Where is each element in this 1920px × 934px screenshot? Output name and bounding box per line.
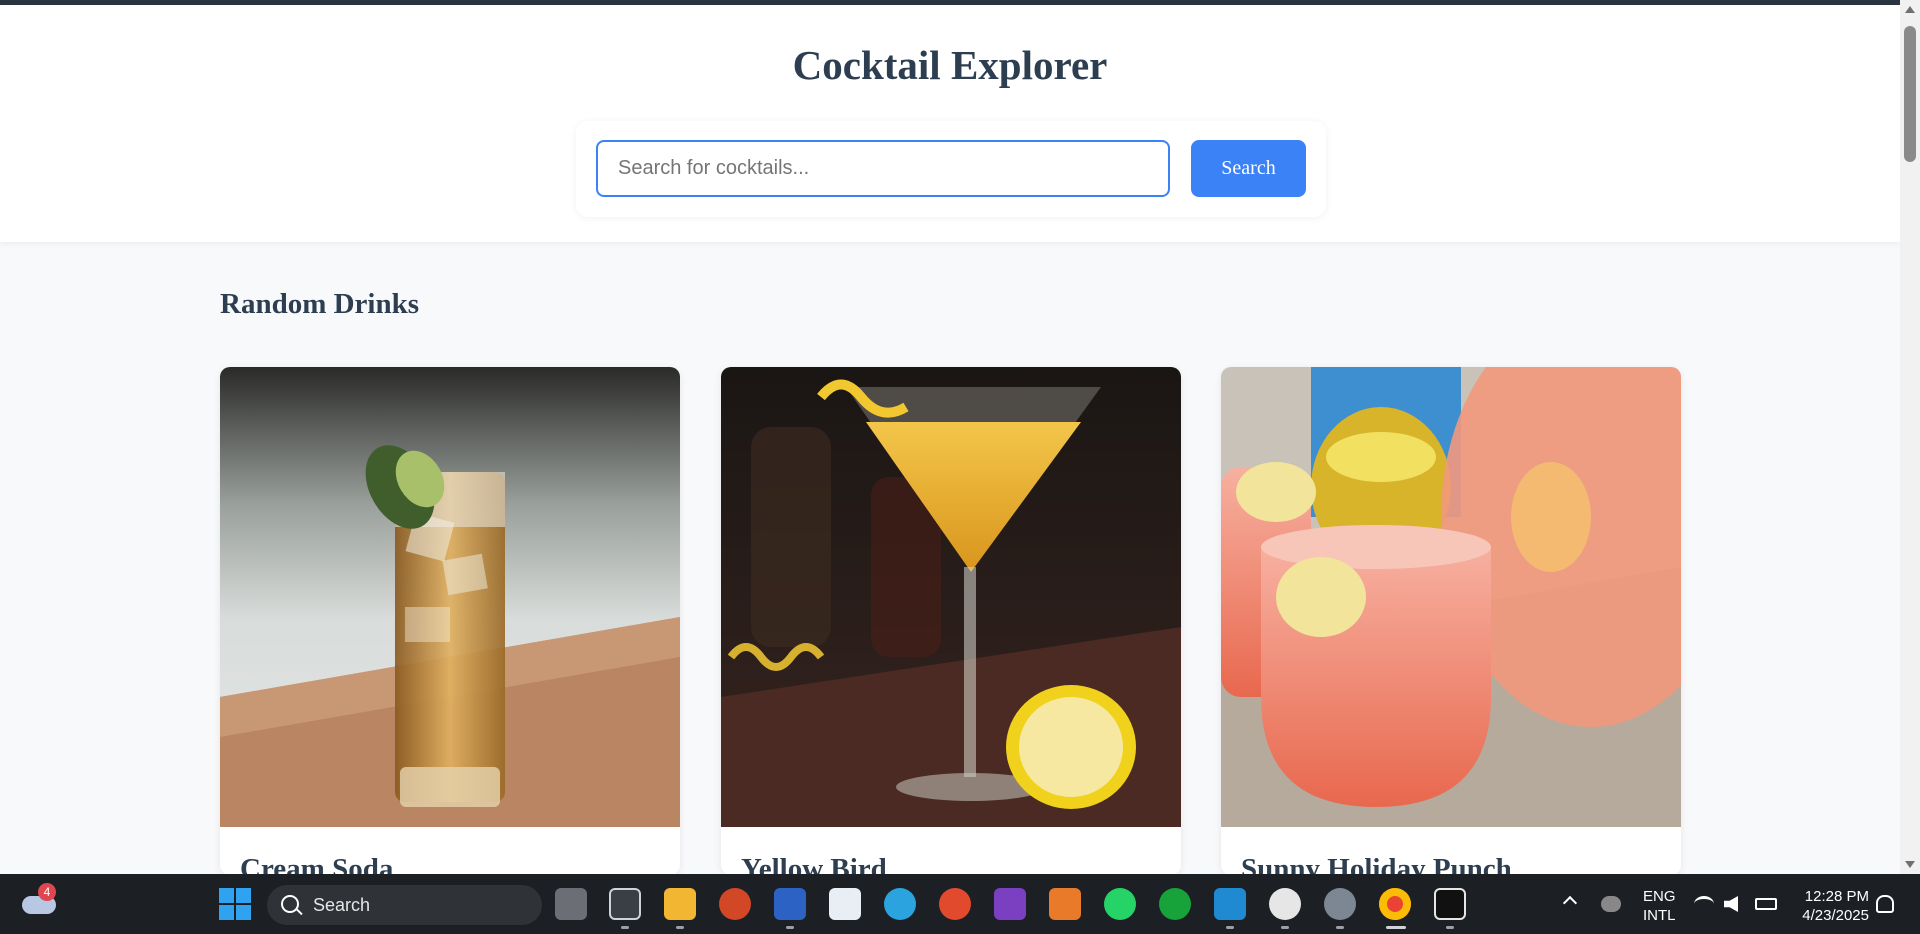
taskbar: 4 Search ENG INTL 12:28 PM 4/23/2025 <box>0 874 1920 934</box>
clock-time: 12:28 PM <box>1804 888 1869 905</box>
scroll-up-icon[interactable] <box>1905 6 1915 13</box>
notification-bell-icon[interactable] <box>1876 895 1894 913</box>
search-bar: Search <box>576 121 1326 217</box>
vscode-icon[interactable] <box>1214 888 1246 920</box>
app-title: Cocktail Explorer <box>792 42 1108 88</box>
app-purple-icon[interactable] <box>994 888 1026 920</box>
clock[interactable]: 12:28 PM 4/23/2025 <box>1794 887 1869 925</box>
active-indicator <box>1386 926 1406 929</box>
onedrive-icon[interactable] <box>1601 896 1621 912</box>
running-indicator <box>621 926 629 929</box>
running-indicator <box>1336 926 1344 929</box>
slack-icon[interactable] <box>1269 888 1301 920</box>
drink-name: Sunny Holiday Punch <box>1241 853 1512 875</box>
whatsapp-icon[interactable] <box>1104 888 1136 920</box>
running-indicator <box>676 926 684 929</box>
keyboard-layout: INTL <box>1643 907 1676 924</box>
telegram-icon[interactable] <box>884 888 916 920</box>
running-indicator <box>1446 926 1454 929</box>
scroll-thumb[interactable] <box>1904 26 1916 162</box>
drink-card[interactable]: Sunny Holiday Punch <box>1221 367 1681 875</box>
notification-badge: 4 <box>38 883 56 901</box>
vertical-scrollbar[interactable] <box>1900 0 1920 874</box>
drink-name: Cream Soda <box>240 853 394 875</box>
powerpoint-icon[interactable] <box>719 888 751 920</box>
battery-icon[interactable] <box>1755 898 1777 910</box>
app-red-icon[interactable] <box>939 888 971 920</box>
windows-start-icon[interactable] <box>219 888 251 920</box>
task-view-icon[interactable] <box>555 888 587 920</box>
search-button[interactable]: Search <box>1191 140 1306 197</box>
search-icon <box>281 895 299 913</box>
acs-app-icon[interactable] <box>609 888 641 920</box>
chrome-icon[interactable] <box>1379 888 1411 920</box>
store-icon[interactable] <box>829 888 861 920</box>
drink-card[interactable]: Cream Soda <box>220 367 680 875</box>
taskbar-search-label: Search <box>313 895 371 915</box>
settings-icon[interactable] <box>1324 888 1356 920</box>
running-indicator <box>1281 926 1289 929</box>
page-header: Cocktail Explorer Search <box>0 5 1900 242</box>
xbox-icon[interactable] <box>1159 888 1191 920</box>
drink-image <box>1221 367 1681 827</box>
clock-date: 4/23/2025 <box>1802 907 1869 924</box>
chevron-up-icon[interactable] <box>1562 895 1578 911</box>
word-icon[interactable] <box>774 888 806 920</box>
drink-name: Yellow Bird <box>741 853 887 875</box>
volume-icon[interactable] <box>1724 896 1738 912</box>
drink-image <box>220 367 680 827</box>
running-indicator <box>1226 926 1234 929</box>
file-explorer-icon[interactable] <box>664 888 696 920</box>
search-input[interactable] <box>596 140 1170 197</box>
wifi-icon[interactable] <box>1694 896 1714 912</box>
drink-card[interactable]: Yellow Bird <box>721 367 1181 875</box>
section-title: Random Drinks <box>220 288 420 320</box>
scroll-down-icon[interactable] <box>1905 861 1915 868</box>
app-orange-icon[interactable] <box>1049 888 1081 920</box>
taskbar-search[interactable]: Search <box>267 885 542 925</box>
drink-image <box>721 367 1181 827</box>
running-indicator <box>786 926 794 929</box>
app-dark-icon[interactable] <box>1434 888 1466 920</box>
language-indicator[interactable]: ENG INTL <box>1643 887 1676 925</box>
language-code: ENG <box>1643 888 1676 905</box>
